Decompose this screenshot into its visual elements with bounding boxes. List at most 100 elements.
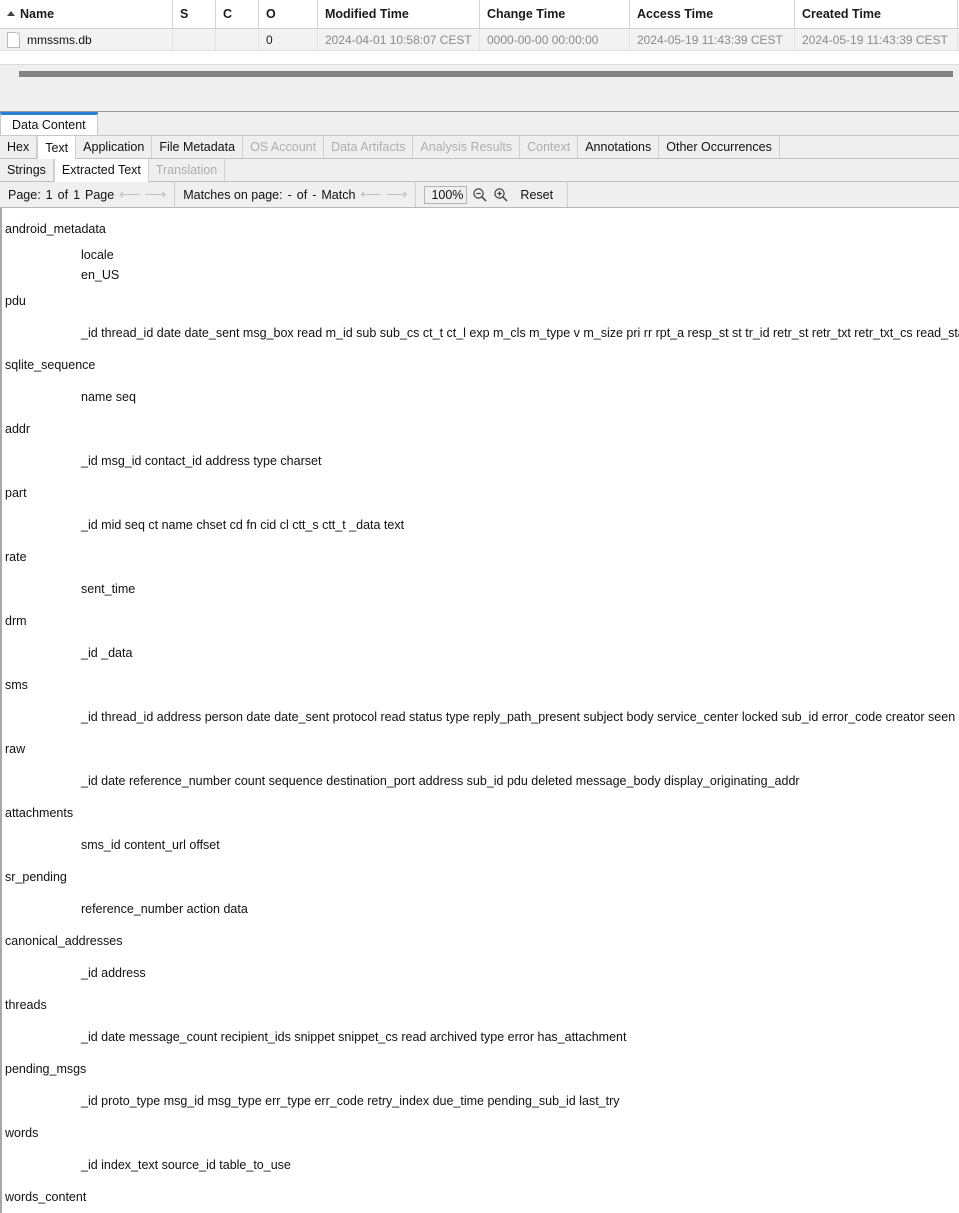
tab-file-metadata-label: File Metadata bbox=[159, 140, 235, 154]
column-header-c[interactable]: C bbox=[216, 0, 259, 29]
scrollbar-thumb[interactable] bbox=[19, 71, 953, 77]
matches-current-value: - bbox=[288, 188, 292, 202]
text-line-columns: reference_number action data bbox=[2, 893, 959, 925]
previous-match-arrow-icon[interactable]: ⟵ bbox=[360, 185, 381, 204]
text-line-columns: _id index_text source_id table_to_use bbox=[2, 1149, 959, 1181]
tab-annotations-label: Annotations bbox=[585, 140, 651, 154]
text-line-columns: sent_time bbox=[2, 573, 959, 605]
text-line-table: pdu bbox=[2, 285, 959, 317]
cell-name[interactable]: mmssms.db bbox=[0, 29, 173, 51]
subtab-extracted-text[interactable]: Extracted Text bbox=[54, 159, 149, 182]
tab-os-account-label: OS Account bbox=[250, 140, 316, 154]
tab-data-artifacts: Data Artifacts bbox=[324, 136, 413, 158]
table-row[interactable]: mmssms.db 0 2024-04-01 10:58:07 CEST 000… bbox=[0, 29, 959, 51]
file-table[interactable]: Name S C O Modified Time Change Time Acc… bbox=[0, 0, 959, 51]
subtab-strings[interactable]: Strings bbox=[0, 159, 54, 181]
text-line-columns: _id date reference_number count sequence… bbox=[2, 765, 959, 797]
page-of-label: of bbox=[58, 188, 68, 202]
subtab-translation: Translation bbox=[149, 159, 225, 181]
column-header-s-label: S bbox=[180, 7, 188, 21]
data-content-tabbar: Data Content bbox=[0, 112, 959, 136]
extracted-text-content[interactable]: android_metadata locale en_US pdu _id th… bbox=[0, 208, 959, 1213]
tab-other-occurrences[interactable]: Other Occurrences bbox=[659, 136, 780, 158]
column-header-o-label: O bbox=[266, 7, 276, 21]
match-suffix-label: Match bbox=[321, 188, 355, 202]
text-line-table: words_content bbox=[2, 1181, 959, 1213]
column-header-created-time[interactable]: Created Time bbox=[795, 0, 958, 29]
page-navigation-group: Page: 1 of 1 Page ⟵ ⟶ bbox=[0, 182, 175, 207]
text-line-table: rate bbox=[2, 541, 959, 573]
text-line-value: en_US bbox=[2, 265, 959, 285]
text-line-table: drm bbox=[2, 605, 959, 637]
cell-created-time-label: 2024-05-19 11:43:39 CEST bbox=[802, 33, 948, 47]
column-header-c-label: C bbox=[223, 7, 232, 21]
cell-access-time: 2024-05-19 11:43:39 CEST bbox=[630, 29, 795, 51]
text-line-table: sqlite_sequence bbox=[2, 349, 959, 381]
file-table-horizontal-scrollbar[interactable] bbox=[0, 65, 959, 94]
tab-data-content[interactable]: Data Content bbox=[0, 112, 98, 135]
tab-data-artifacts-label: Data Artifacts bbox=[331, 140, 405, 154]
reset-button[interactable]: Reset bbox=[514, 188, 559, 202]
cell-change-time: 0000-00-00 00:00:00 bbox=[480, 29, 630, 51]
text-line-columns: _id mid seq ct name chset cd fn cid cl c… bbox=[2, 509, 959, 541]
text-line-table: sr_pending bbox=[2, 861, 959, 893]
zoom-out-icon[interactable] bbox=[472, 187, 488, 203]
text-line-table: android_metadata bbox=[2, 213, 959, 245]
tab-analysis-results-label: Analysis Results bbox=[420, 140, 512, 154]
tab-file-metadata[interactable]: File Metadata bbox=[152, 136, 243, 158]
page-current-value: 1 bbox=[46, 188, 53, 202]
text-line-columns: _id msg_id contact_id address type chars… bbox=[2, 445, 959, 477]
tab-other-occurrences-label: Other Occurrences bbox=[666, 140, 772, 154]
file-table-header-row: Name S C O Modified Time Change Time Acc… bbox=[0, 0, 959, 29]
tab-application[interactable]: Application bbox=[76, 136, 152, 158]
column-header-modified-time[interactable]: Modified Time bbox=[318, 0, 480, 29]
text-line-table: raw bbox=[2, 733, 959, 765]
match-navigation-group: Matches on page: - of - Match ⟵ ⟶ bbox=[175, 182, 416, 207]
zoom-level-field[interactable]: 100% bbox=[424, 186, 467, 204]
cell-s bbox=[173, 29, 216, 51]
text-line-columns: _id address bbox=[2, 957, 959, 989]
text-line-table: words bbox=[2, 1117, 959, 1149]
column-header-s[interactable]: S bbox=[173, 0, 216, 29]
column-header-name[interactable]: Name bbox=[0, 0, 173, 29]
text-line-table: canonical_addresses bbox=[2, 925, 959, 957]
column-header-access-time-label: Access Time bbox=[637, 7, 713, 21]
zoom-in-icon[interactable] bbox=[493, 187, 509, 203]
text-line-columns: _id thread_id address person date date_s… bbox=[2, 701, 959, 733]
column-header-change-time-label: Change Time bbox=[487, 7, 565, 21]
file-table-empty-row bbox=[0, 51, 959, 65]
tab-annotations[interactable]: Annotations bbox=[578, 136, 659, 158]
file-table-header: Name S C O Modified Time Change Time Acc… bbox=[0, 0, 959, 29]
tab-context: Context bbox=[520, 136, 578, 158]
subtab-extracted-text-label: Extracted Text bbox=[62, 163, 141, 177]
column-header-change-time[interactable]: Change Time bbox=[480, 0, 630, 29]
text-line-table: sms bbox=[2, 669, 959, 701]
previous-page-arrow-icon[interactable]: ⟵ bbox=[119, 185, 140, 204]
tab-hex[interactable]: Hex bbox=[0, 136, 37, 158]
column-header-name-label: Name bbox=[20, 7, 54, 21]
sort-ascending-icon bbox=[7, 11, 15, 16]
cell-name-label: mmssms.db bbox=[27, 33, 92, 47]
cell-o-label: 0 bbox=[266, 33, 273, 47]
toolbar-filler bbox=[567, 182, 959, 207]
cell-o: 0 bbox=[259, 29, 318, 51]
tab-os-account: OS Account bbox=[243, 136, 324, 158]
text-line-columns: _id proto_type msg_id msg_type err_type … bbox=[2, 1085, 959, 1117]
text-line-table: attachments bbox=[2, 797, 959, 829]
text-line-columns: _id date message_count recipient_ids sni… bbox=[2, 1021, 959, 1053]
reset-button-label: Reset bbox=[520, 188, 553, 202]
tab-text[interactable]: Text bbox=[37, 136, 76, 159]
matches-of-label: of bbox=[297, 188, 307, 202]
zoom-group: 100% Reset bbox=[416, 182, 567, 207]
next-page-arrow-icon[interactable]: ⟶ bbox=[145, 185, 166, 204]
cell-c bbox=[216, 29, 259, 51]
text-line-table: threads bbox=[2, 989, 959, 1021]
viewer-tabbar-filler bbox=[780, 136, 959, 158]
next-match-arrow-icon[interactable]: ⟶ bbox=[386, 185, 407, 204]
tab-data-content-label: Data Content bbox=[12, 118, 86, 132]
page-suffix-label: Page bbox=[85, 188, 114, 202]
column-header-o[interactable]: O bbox=[259, 0, 318, 29]
page-label: Page: bbox=[8, 188, 41, 202]
column-header-modified-time-label: Modified Time bbox=[325, 7, 409, 21]
column-header-access-time[interactable]: Access Time bbox=[630, 0, 795, 29]
